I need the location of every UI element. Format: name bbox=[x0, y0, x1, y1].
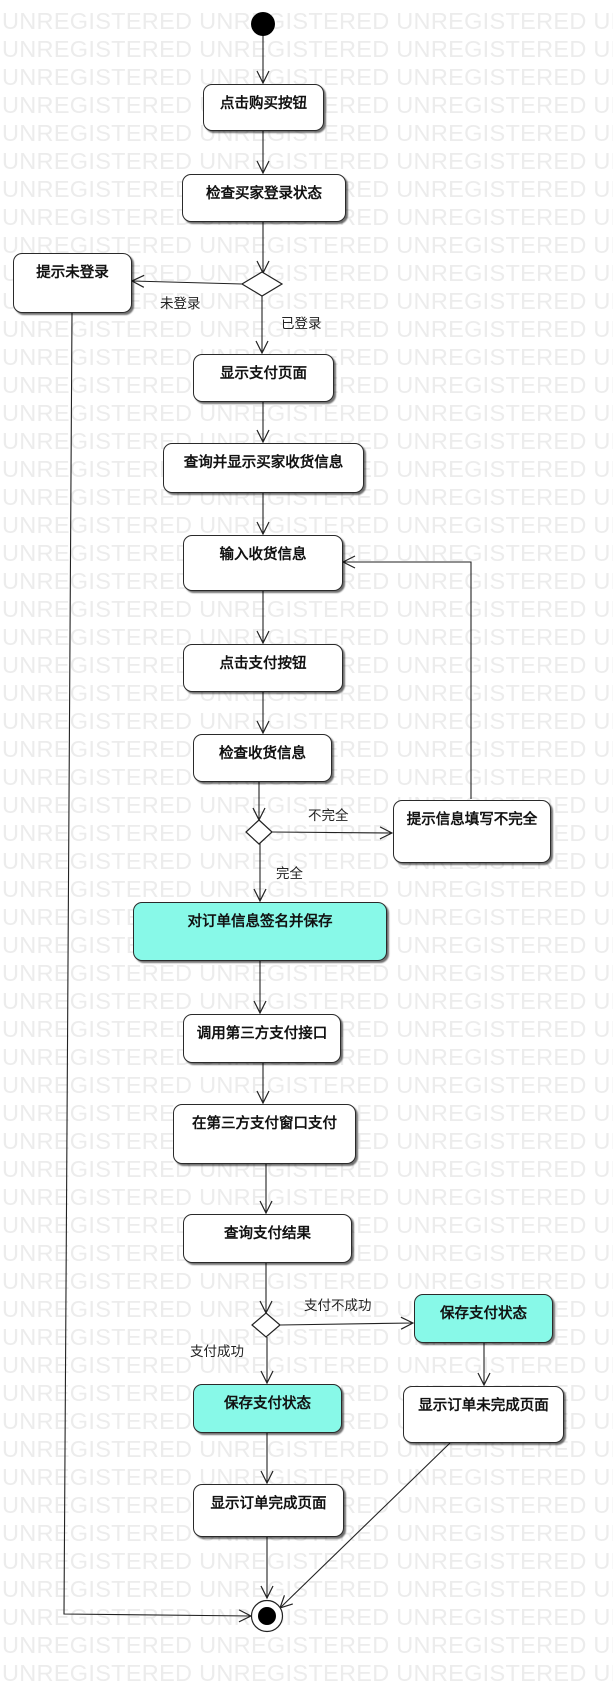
node-show-incomplete-page: 显示订单未完成页面 bbox=[403, 1386, 564, 1443]
label-logged-in: 已登录 bbox=[281, 316, 322, 332]
end-node-core bbox=[258, 1607, 276, 1625]
node-check-shipping: 检查收货信息 bbox=[193, 734, 332, 782]
node-pay-third-party: 在第三方支付窗口支付 bbox=[173, 1104, 356, 1164]
decision-shipping-complete bbox=[245, 819, 273, 845]
label-incomplete: 不完全 bbox=[308, 808, 349, 824]
edge-decision-not-logged bbox=[132, 281, 243, 284]
edge-decision-pay-failed bbox=[279, 1323, 413, 1325]
node-show-complete-page: 显示订单完成页面 bbox=[193, 1484, 344, 1537]
node-save-status-fail: 保存支付状态 bbox=[414, 1294, 553, 1343]
node-query-buyer-info: 查询并显示买家收货信息 bbox=[163, 443, 364, 493]
edge-decision-incomplete bbox=[271, 832, 392, 833]
node-check-login: 检查买家登录状态 bbox=[182, 174, 346, 222]
node-click-pay: 点击支付按钮 bbox=[183, 644, 343, 692]
label-pay-success: 支付成功 bbox=[190, 1344, 244, 1360]
node-prompt-incomplete: 提示信息填写不完全 bbox=[393, 800, 551, 863]
label-not-logged-in: 未登录 bbox=[160, 296, 201, 312]
node-call-third-party: 调用第三方支付接口 bbox=[183, 1014, 341, 1063]
start-node bbox=[251, 12, 275, 36]
node-sign-save-order: 对订单信息签名并保存 bbox=[133, 902, 387, 961]
decision-pay-result bbox=[251, 1312, 281, 1338]
node-prompt-not-logged: 提示未登录 bbox=[13, 253, 132, 313]
node-show-pay-page: 显示支付页面 bbox=[193, 354, 334, 402]
label-pay-failed: 支付不成功 bbox=[304, 1298, 372, 1314]
edge-incomplete-back-to-input bbox=[343, 562, 472, 799]
decision-login bbox=[240, 271, 284, 297]
node-query-pay-result: 查询支付结果 bbox=[183, 1214, 352, 1263]
label-complete: 完全 bbox=[276, 866, 303, 882]
node-save-status-success: 保存支付状态 bbox=[193, 1384, 342, 1433]
node-click-buy: 点击购买按钮 bbox=[203, 84, 324, 131]
node-input-shipping: 输入收货信息 bbox=[183, 535, 343, 591]
